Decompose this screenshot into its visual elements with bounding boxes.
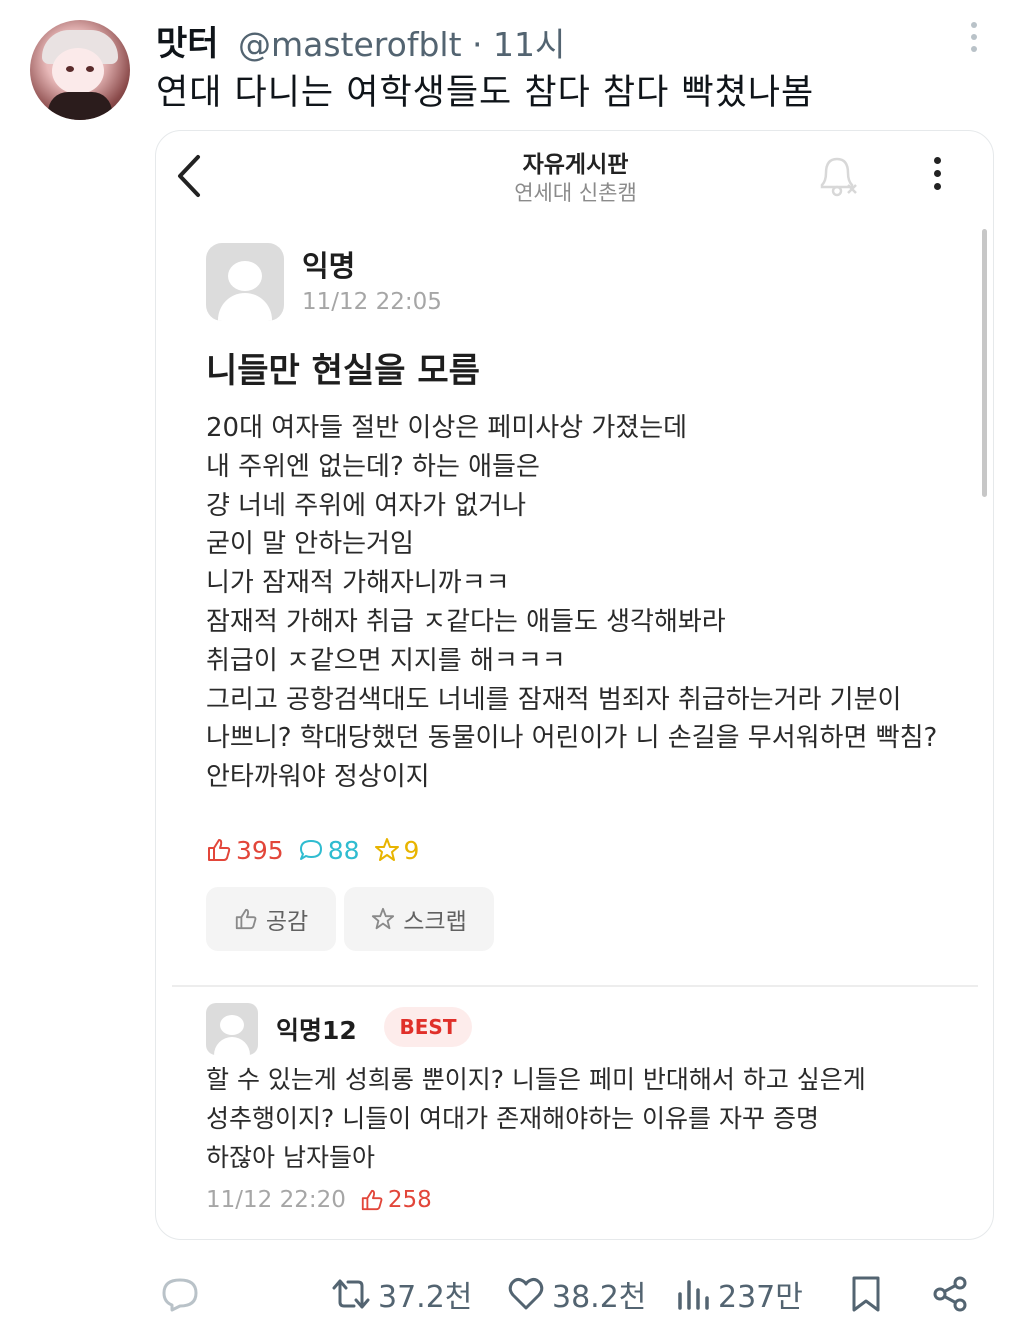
post-like-count: 395 <box>206 836 284 865</box>
avatar-body <box>48 92 112 120</box>
scrollbar <box>982 229 987 497</box>
avatar-eye <box>66 66 74 72</box>
views-button[interactable]: 237만 <box>676 1268 803 1320</box>
share-button[interactable] <box>930 1268 970 1320</box>
post-line: 굳이 말 안하는거임 <box>206 529 414 560</box>
like-tweet-button[interactable]: 38.2천 <box>506 1268 646 1320</box>
retweet-button[interactable]: 37.2천 <box>330 1268 472 1320</box>
bar-chart-icon <box>678 1280 709 1310</box>
comment-body: 할 수 있는게 성희롱 뿐이지? 니들은 페미 반대해서 하고 싶은게 성추행이… <box>206 1061 976 1177</box>
retweet-count: 37.2천 <box>378 1280 473 1315</box>
comment-author: 익명12 <box>276 1016 357 1045</box>
post-scrap-value: 9 <box>403 835 420 865</box>
best-badge: BEST <box>384 1007 472 1047</box>
board-subtitle: 연세대 신촌캠 <box>514 181 637 205</box>
comment-time: 11/12 22:20 <box>206 1187 346 1213</box>
retweet-icon <box>332 1279 370 1309</box>
board-title: 자유게시판 <box>522 152 629 178</box>
embedded-screenshot[interactable]: 자유게시판 연세대 신촌캠 익명 11/12 22:05 니들만 현실을 모름 … <box>155 130 994 1240</box>
post-line: 내 주위엔 없는데? 하는 애들은 <box>206 451 540 482</box>
post-line: 니가 잠재적 가해자니까ㅋㅋ <box>206 568 510 599</box>
post-line: 그리고 공항검색대도 너네를 잠재적 범죄자 취급하는거라 기분이 <box>206 684 902 715</box>
post-line: 안타까워야 정상이지 <box>206 762 430 793</box>
scrap-button[interactable]: 스크랩 <box>344 887 494 951</box>
comment-like-value: 258 <box>387 1187 432 1213</box>
avatar-face <box>52 48 104 94</box>
star-icon <box>372 907 395 930</box>
speech-bubble-icon <box>299 840 322 860</box>
post-line: 취급이 ㅈ같으면 지지를 해ㅋㅋㅋ <box>206 645 566 676</box>
author-avatar[interactable] <box>30 20 130 120</box>
post-scrap-count: 9 <box>374 835 420 865</box>
share-icon <box>933 1276 967 1312</box>
comment-line: 할 수 있는게 성희롱 뿐이지? 니들은 페미 반대해서 하고 싶은게 <box>206 1065 866 1094</box>
comment-line: 성추행이지? 니들이 여대가 존재해야하는 이유를 자꾸 증명 <box>206 1103 819 1133</box>
post-line: 20대 여자들 절반 이상은 페미사상 가졌는데 <box>206 413 688 443</box>
like-button[interactable]: 공감 <box>206 887 336 951</box>
thumbs-up-icon <box>208 839 231 861</box>
like-button-label: 공감 <box>265 909 309 935</box>
avatar-eye <box>86 66 94 72</box>
post-comment-count: 88 <box>298 836 360 865</box>
thumbs-up-icon <box>361 1189 383 1211</box>
heart-icon <box>508 1277 544 1310</box>
author-handle-time[interactable]: @masterofblt · 11시 <box>238 18 565 66</box>
bookmark-button[interactable] <box>848 1268 884 1320</box>
post-like-value: 395 <box>236 835 284 865</box>
post-line: 나쁘니? 학대당했던 동물이나 어린이가 니 손길을 무서워하면 빡침? <box>206 723 938 754</box>
reply-icon <box>162 1278 198 1312</box>
view-count: 237만 <box>718 1280 803 1315</box>
comment-avatar <box>206 1003 258 1055</box>
scrap-button-label: 스크랩 <box>403 909 467 935</box>
star-icon <box>374 838 399 861</box>
vertical-dots-icon <box>934 157 944 193</box>
comment-line: 하잖아 남자들아 <box>206 1142 375 1172</box>
bookmark-icon <box>852 1276 880 1312</box>
post-title: 니들만 현실을 모름 <box>206 351 480 391</box>
tweet-text: 연대 다니는 여학생들도 참다 참다 빡쳤나봄 <box>156 73 815 113</box>
post-line: 걍 너네 주위에 여자가 없거나 <box>206 490 527 521</box>
divider <box>172 985 978 987</box>
post-stats: 395 88 9 <box>206 833 419 867</box>
post-author: 익명 <box>302 249 356 283</box>
bell-off-icon <box>820 157 857 197</box>
author-name[interactable]: 맛터 <box>156 16 219 65</box>
post-comment-value: 88 <box>327 835 360 865</box>
tweet-more-icon[interactable] <box>962 22 986 58</box>
post-body: 20대 여자들 절반 이상은 페미사상 가졌는데 내 주위엔 없는데? 하는 애… <box>206 409 976 797</box>
thumbs-up-icon <box>235 908 257 930</box>
comment-like-count: 258 <box>360 1187 432 1213</box>
post-time: 11/12 22:05 <box>302 289 442 315</box>
reply-button[interactable] <box>160 1268 200 1320</box>
comment-meta: 11/12 22:20 258 <box>206 1187 432 1213</box>
tweet-action-bar: 37.2천 38.2천 237만 <box>0 1268 1024 1320</box>
like-count: 38.2천 <box>552 1280 647 1315</box>
post-line: 잠재적 가해자 취급 ㅈ같다는 애들도 생각해봐라 <box>206 606 726 637</box>
post-avatar <box>206 243 284 321</box>
